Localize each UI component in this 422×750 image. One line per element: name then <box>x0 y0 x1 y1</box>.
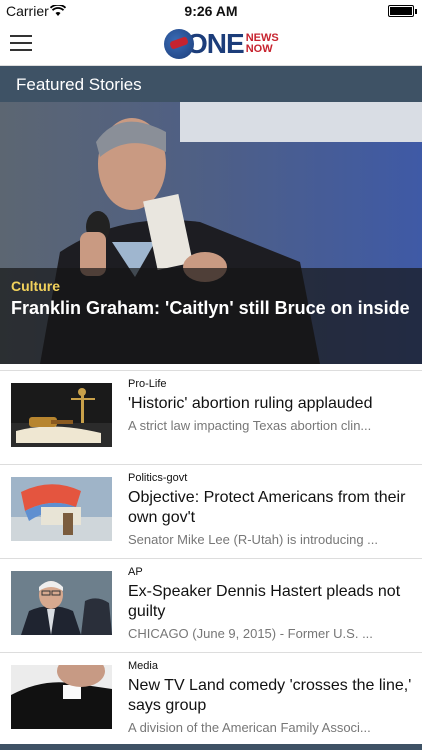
story-thumbnail <box>11 477 112 541</box>
section-title: Featured Stories <box>16 75 142 94</box>
story-summary: CHICAGO (June 9, 2015) - Former U.S. ... <box>128 626 373 641</box>
section-header: Featured Stories <box>0 66 422 102</box>
logo-one: ONE <box>186 28 245 59</box>
globe-icon <box>164 29 194 59</box>
nav-bar: ONE NEWS NOW <box>0 22 422 66</box>
logo-now: NOW <box>245 43 273 55</box>
story-thumbnail <box>11 665 112 729</box>
story-thumbnail <box>11 383 112 447</box>
story-headline: Ex-Speaker Dennis Hastert pleads not gui… <box>128 583 401 620</box>
featured-caption: Culture Franklin Graham: 'Caitlyn' still… <box>0 268 422 364</box>
story-summary: A division of the American Family Associ… <box>128 720 371 735</box>
story-summary: Senator Mike Lee (R-Utah) is introducing… <box>128 532 378 547</box>
story-thumbnail <box>11 571 112 635</box>
battery-icon <box>388 5 417 17</box>
featured-headline: Franklin Graham: 'Caitlyn' still Bruce o… <box>11 298 410 318</box>
story-item-tv-land[interactable]: Media New TV Land comedy 'crosses the li… <box>0 652 422 746</box>
story-item-hastert[interactable]: AP Ex-Speaker Dennis Hastert pleads not … <box>0 558 422 652</box>
featured-story[interactable]: Culture Franklin Graham: 'Caitlyn' still… <box>0 102 422 364</box>
story-item-protect-americans[interactable]: Politics-govt Objective: Protect America… <box>0 464 422 558</box>
story-category: Politics-govt <box>128 472 188 484</box>
story-summary: A strict law impacting Texas abortion cl… <box>128 418 372 433</box>
bottom-bar <box>0 744 422 750</box>
featured-category: Culture <box>11 278 60 294</box>
story-item-abortion-ruling[interactable]: Pro-Life 'Historic' abortion ruling appl… <box>0 370 422 464</box>
menu-icon[interactable] <box>10 35 32 52</box>
clock: 9:26 AM <box>184 3 238 19</box>
story-headline: Objective: Protect Americans from their … <box>128 489 406 526</box>
story-headline: New TV Land comedy 'crosses the line,' s… <box>128 677 412 714</box>
story-headline: 'Historic' abortion ruling applauded <box>128 395 373 412</box>
status-bar: Carrier 9:26 AM <box>0 0 422 22</box>
story-list: Pro-Life 'Historic' abortion ruling appl… <box>0 370 422 746</box>
story-category: AP <box>128 566 143 578</box>
story-category: Pro-Life <box>128 378 167 390</box>
story-category: Media <box>128 660 158 672</box>
app-logo: ONE NEWS NOW <box>164 28 279 60</box>
